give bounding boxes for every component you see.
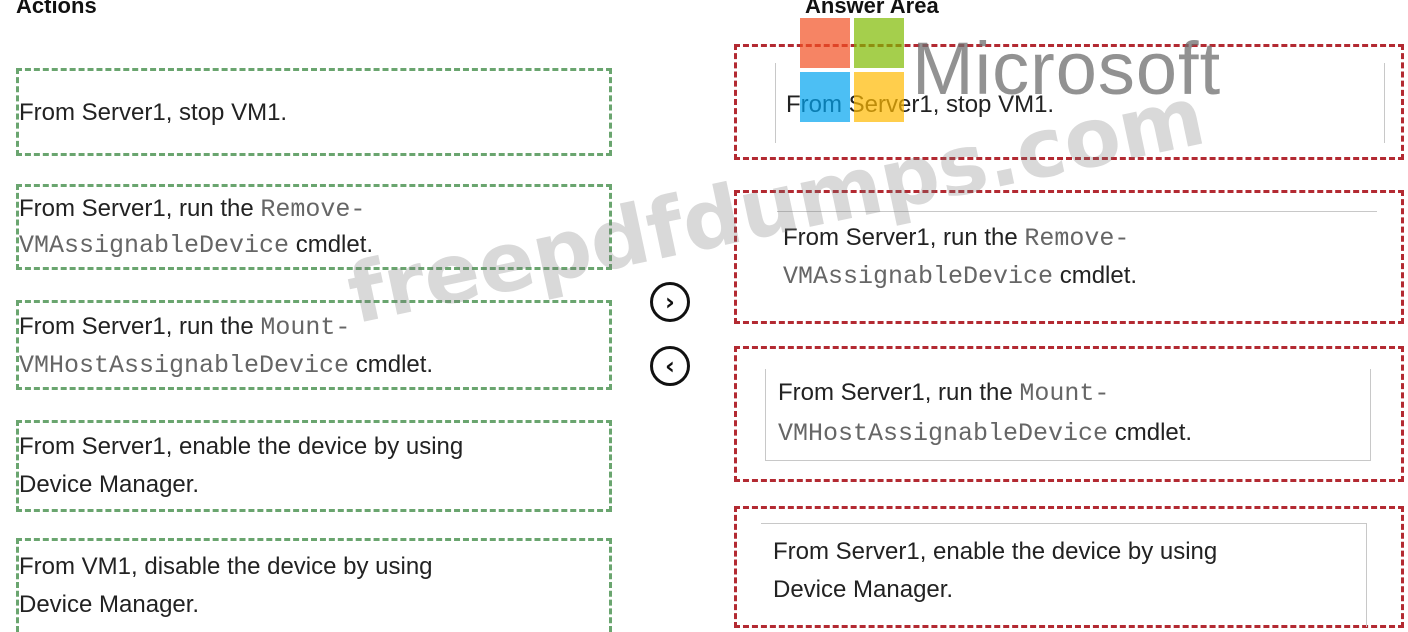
action-item-label-line2: Device Manager. (19, 591, 200, 618)
answer-slot-4[interactable]: From Server1, enable the device by using… (734, 506, 1404, 628)
answer-slot-1[interactable]: From Server1, stop VM1. (734, 44, 1404, 160)
move-right-button[interactable]: › (650, 282, 690, 322)
answer-item-stop-vm[interactable]: From Server1, stop VM1. (775, 63, 1385, 143)
action-item-label: From Server1, stop VM1. (19, 99, 288, 126)
answer-item-label: From Server1, stop VM1. (786, 91, 1055, 118)
action-item-label: From Server1, run the Remove- (19, 195, 366, 224)
answer-item-label: From Server1, enable the device by using (773, 538, 1218, 565)
answer-item-label-line2: Device Manager. (773, 576, 954, 603)
action-item-label: From Server1, enable the device by using (19, 433, 464, 460)
answer-item-label-line2: VMHostAssignableDevice cmdlet. (778, 419, 1193, 448)
action-item-label-line2: VMAssignableDevice cmdlet. (19, 231, 374, 260)
action-item-stop-vm[interactable]: From Server1, stop VM1. (16, 68, 612, 156)
answer-slot-3[interactable]: From Server1, run the Mount- VMHostAssig… (734, 346, 1404, 482)
answer-item-label: From Server1, run the Remove- (783, 224, 1130, 253)
chevron-right-icon: › (665, 288, 675, 316)
answer-slot-2[interactable]: From Server1, run the Remove- VMAssignab… (734, 190, 1404, 324)
chevron-left-icon: ‹ (665, 352, 675, 380)
action-item-disable-device[interactable]: From VM1, disable the device by using De… (16, 538, 612, 632)
action-item-remove-device[interactable]: From Server1, run the Remove- VMAssignab… (16, 184, 612, 270)
action-item-label-line2: VMHostAssignableDevice cmdlet. (19, 351, 434, 380)
answer-area-heading: Answer Area (805, 0, 939, 18)
action-item-label-line2: Device Manager. (19, 471, 200, 498)
action-item-enable-device[interactable]: From Server1, enable the device by using… (16, 420, 612, 512)
action-item-mount-device[interactable]: From Server1, run the Mount- VMHostAssig… (16, 300, 612, 390)
answer-item-remove-device[interactable]: From Server1, run the Remove- VMAssignab… (777, 211, 1377, 315)
actions-heading: Actions (16, 0, 97, 18)
answer-item-label: From Server1, run the Mount- (778, 379, 1110, 408)
answer-item-label-line2: VMAssignableDevice cmdlet. (783, 262, 1138, 291)
action-item-label: From Server1, run the Mount- (19, 313, 351, 342)
answer-item-enable-device[interactable]: From Server1, enable the device by using… (761, 523, 1367, 627)
move-left-button[interactable]: ‹ (650, 346, 690, 386)
action-item-label: From VM1, disable the device by using (19, 553, 433, 580)
answer-item-mount-device[interactable]: From Server1, run the Mount- VMHostAssig… (765, 369, 1371, 461)
